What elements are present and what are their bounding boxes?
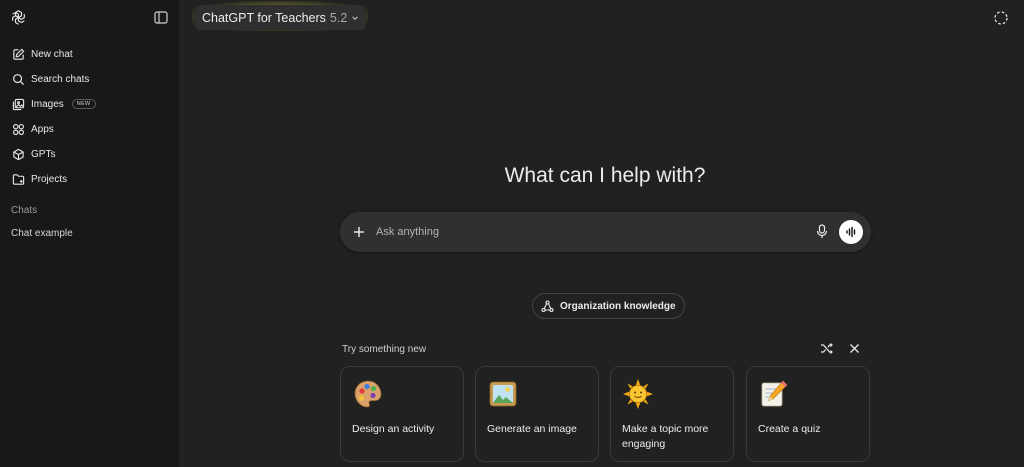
apps-icon <box>11 122 25 136</box>
close-icon[interactable] <box>849 343 860 354</box>
sidebar-item-label: Projects <box>31 173 68 185</box>
suggestion-card-topic-engaging[interactable]: Make a topic more engaging <box>610 366 734 462</box>
prompt-input[interactable] <box>376 222 796 242</box>
chats-section-title: Chats <box>11 205 38 216</box>
try-something-new-title: Try something new <box>342 344 427 355</box>
palette-icon <box>354 380 382 408</box>
organization-knowledge-button[interactable]: Organization knowledge <box>532 293 685 319</box>
organization-knowledge-label: Organization knowledge <box>560 300 676 312</box>
sidebar-item-gpts[interactable]: GPTs <box>5 143 173 165</box>
sidebar-toggle-icon[interactable] <box>154 11 168 24</box>
sidebar-item-images[interactable]: Images NEW <box>5 93 173 115</box>
sidebar-item-label: GPTs <box>31 148 56 160</box>
sidebar-item-label: Images <box>31 98 64 110</box>
new-chat-icon <box>11 47 25 61</box>
microphone-icon[interactable] <box>816 224 828 239</box>
search-icon <box>11 72 25 86</box>
suggestion-card-generate-image[interactable]: Generate an image <box>475 366 599 462</box>
chat-history-item[interactable]: Chat example <box>11 228 73 239</box>
openai-logo-icon[interactable] <box>10 9 27 26</box>
card-label: Design an activity <box>352 423 435 435</box>
model-name: ChatGPT for Teachers <box>202 10 326 25</box>
sidebar-item-new-chat[interactable]: New chat <box>5 43 173 65</box>
sidebar-item-apps[interactable]: Apps <box>5 118 173 140</box>
card-label: Make a topic more engaging <box>622 423 709 450</box>
suggestion-card-create-quiz[interactable]: Create a quiz <box>746 366 870 462</box>
model-version: 5.2 <box>329 10 348 25</box>
card-label: Generate an image <box>487 423 577 435</box>
chevron-down-icon <box>352 15 359 20</box>
images-icon <box>11 97 25 111</box>
sidebar: New chat Search chats Images NEW Apps GP… <box>0 0 179 467</box>
sun-icon <box>623 379 653 409</box>
plus-icon[interactable] <box>352 225 366 239</box>
sidebar-item-search-chats[interactable]: Search chats <box>5 68 173 90</box>
page-heading: What can I help with? <box>504 164 706 187</box>
model-selector-button[interactable]: ChatGPT for Teachers 5.2 <box>195 5 367 30</box>
shuffle-icon[interactable] <box>820 342 834 355</box>
sidebar-item-label: Apps <box>31 123 54 135</box>
sidebar-item-label: New chat <box>31 48 73 60</box>
organization-icon <box>541 299 554 312</box>
gpts-icon <box>11 147 25 161</box>
voice-mode-button[interactable] <box>839 220 863 244</box>
memo-pencil-icon <box>761 380 788 407</box>
sidebar-item-projects[interactable]: Projects <box>5 168 173 190</box>
composer <box>340 212 871 252</box>
sidebar-item-label: Search chats <box>31 73 90 85</box>
framed-picture-icon <box>489 381 517 407</box>
sidebar-header <box>0 0 179 36</box>
waveform-icon <box>846 226 856 238</box>
new-badge: NEW <box>71 99 96 109</box>
card-label: Create a quiz <box>758 423 821 435</box>
projects-icon <box>11 172 25 186</box>
suggestion-card-design-activity[interactable]: Design an activity <box>340 366 464 462</box>
temporary-chat-icon[interactable] <box>993 10 1009 26</box>
